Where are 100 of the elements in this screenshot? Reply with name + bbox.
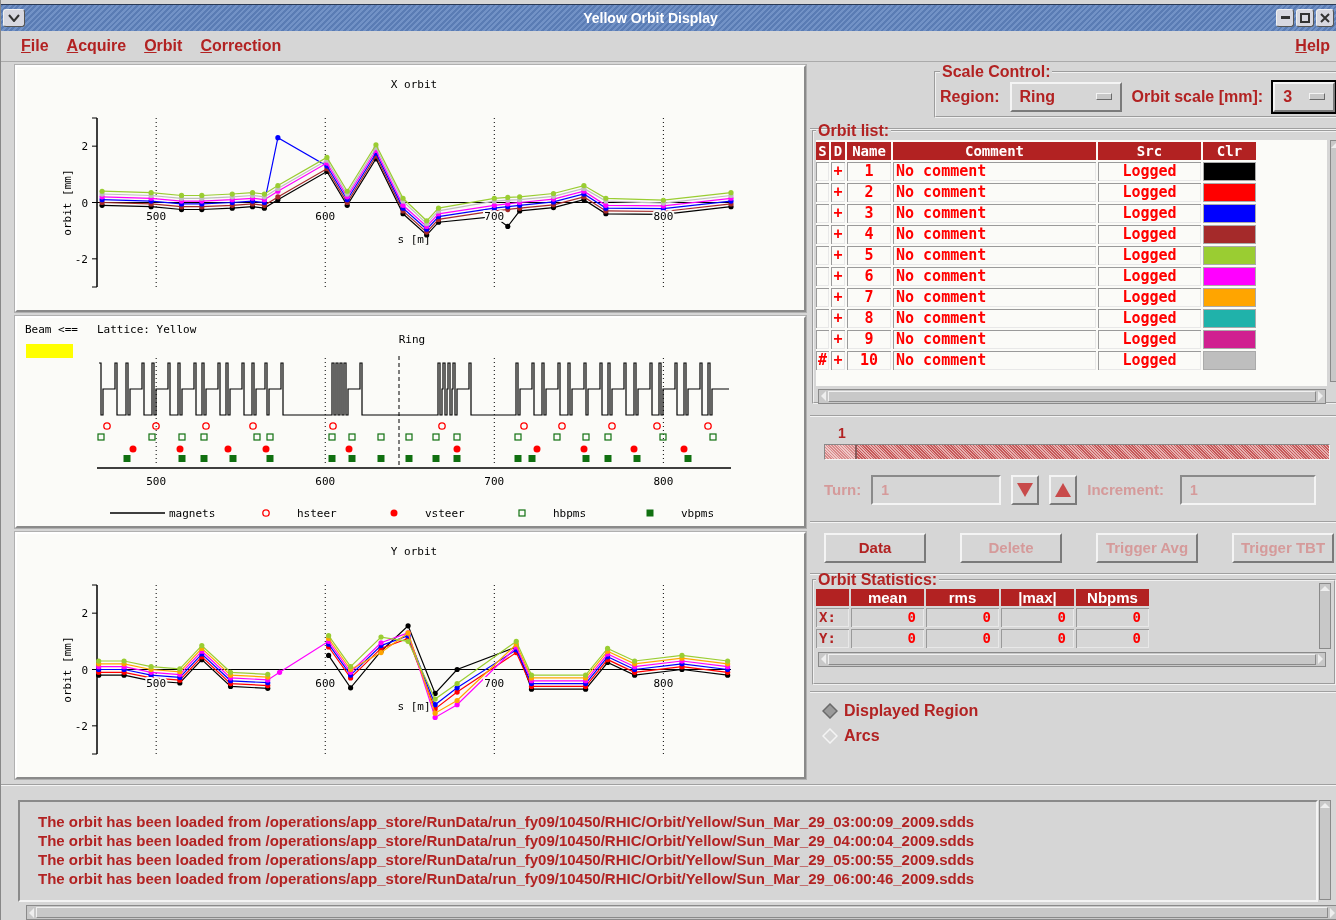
table-cell[interactable]: Logged [1098, 161, 1201, 181]
table-cell[interactable]: Logged [1098, 350, 1201, 370]
tick-label: 700 [484, 676, 505, 690]
column-header: rms [926, 588, 999, 606]
table-cell[interactable]: No comment [893, 350, 1096, 370]
menu-item[interactable]: Correction [194, 36, 288, 55]
legend-label: vsteer [425, 506, 465, 520]
axis-label: s [m] [397, 699, 431, 713]
legend-label: hsteer [297, 506, 337, 520]
table-cell[interactable]: 4 [847, 224, 891, 244]
table-cell[interactable]: 9 [847, 329, 891, 349]
table-cell[interactable]: Logged [1098, 224, 1201, 244]
region-radio-option[interactable]: Arcs [822, 723, 880, 749]
tick-label: 800 [653, 474, 674, 488]
lattice-title: Ring [398, 332, 426, 346]
field-label: Increment: [1087, 481, 1164, 499]
table-cell[interactable]: 3 [847, 203, 891, 223]
axis-label: orbit [mm] [61, 635, 74, 703]
beam-label: Beam <== [25, 322, 78, 336]
group-title: Orbit list: [817, 121, 891, 140]
table-cell[interactable]: Logged [1098, 287, 1201, 307]
field-label: Orbit scale [mm]: [1131, 87, 1264, 106]
table-cell[interactable]: Logged [1098, 329, 1201, 349]
table-cell[interactable]: No comment [893, 287, 1096, 307]
table-cell[interactable]: + [831, 161, 845, 181]
lattice-label: Lattice: Yellow [97, 322, 197, 336]
table-cell[interactable]: No comment [893, 161, 1096, 181]
window-title: Yellow Orbit Display [582, 9, 719, 26]
table-cell[interactable]: No comment [893, 266, 1096, 286]
table-cell[interactable]: No comment [893, 308, 1096, 328]
table-cell[interactable]: + [831, 350, 845, 370]
table-cell[interactable]: No comment [893, 329, 1096, 349]
table-cell[interactable]: + [831, 224, 845, 244]
tick-label: 700 [484, 474, 505, 488]
group-title: Scale Control: [941, 64, 1052, 81]
column-header[interactable]: Name [847, 141, 891, 160]
table-cell[interactable]: Logged [1098, 266, 1201, 286]
table-cell[interactable]: 8 [847, 308, 891, 328]
table-cell[interactable]: No comment [893, 182, 1096, 202]
chart-title: X orbit [390, 77, 438, 91]
tick-label: 2 [81, 606, 88, 620]
orbit-scale-dropdown[interactable]: 3 [1273, 81, 1336, 112]
action-button[interactable]: Data [824, 532, 926, 563]
row-header: X: [816, 607, 849, 627]
menu-item[interactable]: Acquire [60, 36, 133, 55]
menu-item[interactable]: Orbit [138, 36, 189, 55]
table-cell: 0 [1001, 607, 1074, 627]
table-cell[interactable]: Logged [1098, 203, 1201, 223]
table-cell[interactable]: + [831, 329, 845, 349]
column-header: |max| [1001, 588, 1074, 606]
tick-label: 0 [81, 196, 88, 210]
legend-label: magnets [169, 506, 216, 520]
table-cell[interactable]: # [816, 350, 829, 370]
menu-item[interactable]: File [15, 36, 55, 55]
tick-label: 500 [146, 474, 167, 488]
field-label: Turn: [824, 481, 862, 499]
tick-label: -2 [74, 252, 88, 266]
table-cell[interactable]: + [831, 308, 845, 328]
table-cell: 0 [1076, 628, 1149, 648]
log-message: The orbit has been loaded from /operations/app_store/RunData/run_fy09/10450/RHIC/Orbit/Yellow/Sun_Mar_29_04:00:04_2009.sdds [38, 831, 976, 850]
table-cell: 0 [926, 628, 999, 648]
menu-item[interactable]: Help [1289, 36, 1336, 55]
region-radio-option[interactable]: Displayed Region [822, 698, 979, 724]
column-header[interactable]: S [816, 141, 829, 160]
table-cell[interactable]: 10 [847, 350, 891, 370]
column-header: mean [851, 588, 924, 606]
log-message: The orbit has been loaded from /operations/app_store/RunData/run_fy09/10450/RHIC/Orbit/Yellow/Sun_Mar_29_03:00:09_2009.sdds [38, 812, 976, 831]
log-message: The orbit has been loaded from /operations/app_store/RunData/run_fy09/10450/RHIC/Orbit/Yellow/Sun_Mar_29_06:00:46_2009.sdds [38, 869, 976, 888]
table-cell[interactable]: 1 [847, 161, 891, 181]
group-title: Orbit Statistics: [817, 570, 939, 589]
table-cell: 0 [926, 607, 999, 627]
table-cell[interactable]: + [831, 182, 845, 202]
field-label: Region: [940, 87, 1000, 106]
table-cell[interactable]: + [831, 266, 845, 286]
tick-label: 500 [146, 209, 167, 223]
table-cell[interactable]: No comment [893, 203, 1096, 223]
table-cell[interactable]: 5 [847, 245, 891, 265]
table-cell[interactable]: + [831, 287, 845, 307]
table-cell[interactable]: Logged [1098, 245, 1201, 265]
column-header[interactable]: Clr [1203, 141, 1256, 160]
table-cell[interactable]: Logged [1098, 308, 1201, 328]
table-cell[interactable]: 2 [847, 182, 891, 202]
column-header[interactable]: Comment [893, 141, 1096, 160]
tick-label: 800 [653, 676, 674, 690]
table-cell[interactable]: + [831, 203, 845, 223]
table-cell[interactable]: 7 [847, 287, 891, 307]
slider-value: 1 [838, 424, 847, 441]
table-cell[interactable]: No comment [893, 245, 1096, 265]
table-cell: 0 [1076, 607, 1149, 627]
log-message: The orbit has been loaded from /operations/app_store/RunData/run_fy09/10450/RHIC/Orbit/Yellow/Sun_Mar_29_05:00:55_2009.sdds [38, 850, 976, 869]
table-cell[interactable]: 6 [847, 266, 891, 286]
table-cell[interactable]: + [831, 245, 845, 265]
table-cell: 0 [851, 607, 924, 627]
tick-label: 2 [81, 139, 88, 153]
table-cell: 0 [851, 628, 924, 648]
table-cell[interactable]: No comment [893, 224, 1096, 244]
column-header[interactable]: Src [1098, 141, 1201, 160]
region-dropdown[interactable]: Ring [1009, 81, 1122, 112]
column-header[interactable]: D [831, 141, 845, 160]
table-cell[interactable]: Logged [1098, 182, 1201, 202]
